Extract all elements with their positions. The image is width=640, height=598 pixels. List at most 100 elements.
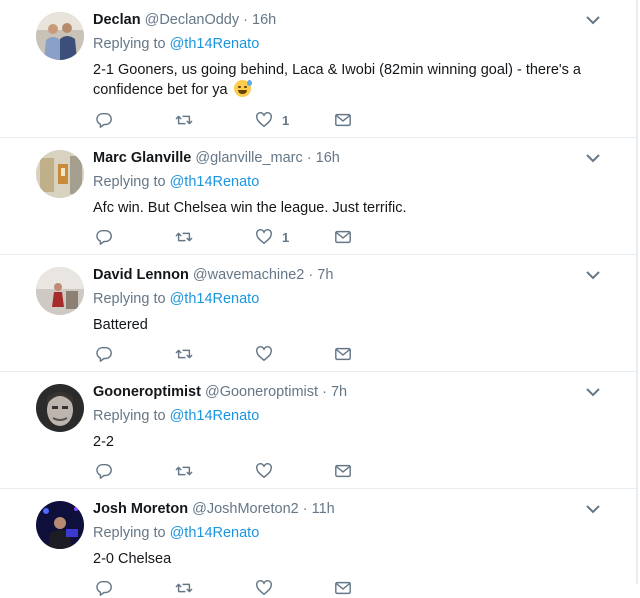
reply-button[interactable] (95, 461, 113, 481)
chevron-down-icon[interactable] (585, 152, 601, 164)
tweet-header: David Lennon @wavemachine2 · 7h (93, 267, 333, 283)
reply-icon (96, 112, 112, 128)
heart-icon (256, 463, 272, 479)
avatar[interactable] (36, 150, 84, 198)
reply-button[interactable] (95, 578, 113, 598)
replying-to: Replying to @th14Renato (93, 525, 259, 541)
replying-user-link[interactable]: @th14Renato (170, 36, 260, 52)
timestamp[interactable]: 11h (312, 501, 335, 517)
tweet[interactable]: Josh Moreton @JoshMoreton2 · 11h Replyin… (0, 489, 638, 596)
reply-icon (96, 229, 112, 245)
tweet-text: 2-1 Gooners, us going behind, Laca & Iwo… (93, 60, 593, 100)
retweet-button[interactable] (175, 344, 193, 364)
replying-label: Replying to (93, 36, 166, 52)
retweet-icon (175, 466, 193, 476)
divider (636, 138, 638, 254)
replying-user-link[interactable]: @th14Renato (170, 408, 260, 424)
reply-icon (96, 346, 112, 362)
chevron-down-icon[interactable] (585, 14, 601, 26)
timestamp[interactable]: 16h (252, 12, 276, 28)
user-handle[interactable]: @glanville_marc (195, 150, 302, 166)
envelope-icon (335, 347, 351, 361)
tweet-header: Josh Moreton @JoshMoreton2 · 11h (93, 501, 335, 517)
avatar[interactable] (36, 501, 84, 549)
chevron-down-icon[interactable] (585, 386, 601, 398)
divider (636, 0, 638, 137)
user-handle[interactable]: @wavemachine2 (193, 267, 304, 283)
user-handle[interactable]: @DeclanOddy (145, 12, 240, 28)
heart-icon (256, 346, 272, 362)
envelope-icon (335, 113, 351, 127)
reply-icon (96, 580, 112, 596)
replying-label: Replying to (93, 291, 166, 307)
replying-user-link[interactable]: @th14Renato (170, 291, 260, 307)
like-count: 1 (282, 112, 290, 128)
tweet[interactable]: Gooneroptimist @Gooneroptimist · 7h Repl… (0, 372, 638, 489)
like-count: 1 (282, 229, 290, 245)
avatar[interactable] (36, 12, 84, 60)
envelope-icon (335, 581, 351, 595)
like-button[interactable] (255, 461, 282, 481)
retweet-icon (175, 115, 193, 125)
tweet-feed: Declan @DeclanOddy · 16h Replying to @th… (0, 0, 640, 596)
envelope-icon (335, 464, 351, 478)
replying-user-link[interactable]: @th14Renato (170, 174, 260, 190)
direct-message-button[interactable] (334, 578, 352, 598)
heart-icon (256, 112, 272, 128)
retweet-button[interactable] (175, 110, 193, 130)
like-button[interactable]: 1 (255, 110, 289, 130)
timestamp[interactable]: 7h (331, 384, 347, 400)
timestamp[interactable]: 7h (317, 267, 333, 283)
display-name[interactable]: David Lennon (93, 267, 189, 283)
replying-to: Replying to @th14Renato (93, 36, 259, 52)
user-handle[interactable]: @Gooneroptimist (205, 384, 318, 400)
display-name[interactable]: Josh Moreton (93, 501, 188, 517)
direct-message-button[interactable] (334, 461, 352, 481)
heart-icon (256, 580, 272, 596)
tweet[interactable]: Marc Glanville @glanville_marc · 16h Rep… (0, 138, 638, 255)
user-handle[interactable]: @JoshMoreton2 (192, 501, 299, 517)
tweet-text: Battered (93, 315, 593, 335)
tweet[interactable]: David Lennon @wavemachine2 · 7h Replying… (0, 255, 638, 372)
avatar[interactable] (36, 267, 84, 315)
reply-button[interactable] (95, 344, 113, 364)
like-button[interactable]: 1 (255, 227, 289, 247)
replying-user-link[interactable]: @th14Renato (170, 525, 260, 541)
timestamp[interactable]: 16h (316, 150, 340, 166)
separator-dot: · (302, 501, 308, 517)
retweet-button[interactable] (175, 578, 193, 598)
replying-to: Replying to @th14Renato (93, 174, 259, 190)
reply-button[interactable] (95, 227, 113, 247)
tweet[interactable]: Declan @DeclanOddy · 16h Replying to @th… (0, 0, 638, 138)
tweet-text-content: 2-2 (93, 434, 114, 450)
display-name[interactable]: Gooneroptimist (93, 384, 201, 400)
tweet-text-content: Afc win. But Chelsea win the league. Jus… (93, 200, 407, 216)
tweet-text-content: 2-1 Gooners, us going behind, Laca & Iwo… (93, 62, 581, 98)
retweet-icon (175, 349, 193, 359)
direct-message-button[interactable] (334, 344, 352, 364)
separator-dot: · (308, 267, 314, 283)
heart-icon (256, 229, 272, 245)
retweet-button[interactable] (175, 227, 193, 247)
like-button[interactable] (255, 344, 282, 364)
display-name[interactable]: Marc Glanville (93, 150, 191, 166)
retweet-button[interactable] (175, 461, 193, 481)
tweet-header: Gooneroptimist @Gooneroptimist · 7h (93, 384, 347, 400)
chevron-down-icon[interactable] (585, 269, 601, 281)
retweet-icon (175, 583, 193, 593)
tweet-text-content: Battered (93, 317, 148, 333)
reply-icon (96, 463, 112, 479)
direct-message-button[interactable] (334, 227, 352, 247)
divider (636, 372, 638, 488)
direct-message-button[interactable] (334, 110, 352, 130)
separator-dot: · (322, 384, 327, 400)
display-name[interactable]: Declan (93, 12, 141, 28)
like-button[interactable] (255, 578, 282, 598)
reply-button[interactable] (95, 110, 113, 130)
tweet-header: Declan @DeclanOddy · 16h (93, 12, 276, 28)
grinning-face-with-sweat-icon (233, 80, 252, 97)
chevron-down-icon[interactable] (585, 503, 601, 515)
divider (636, 489, 638, 584)
replying-label: Replying to (93, 525, 166, 541)
avatar[interactable] (36, 384, 84, 432)
